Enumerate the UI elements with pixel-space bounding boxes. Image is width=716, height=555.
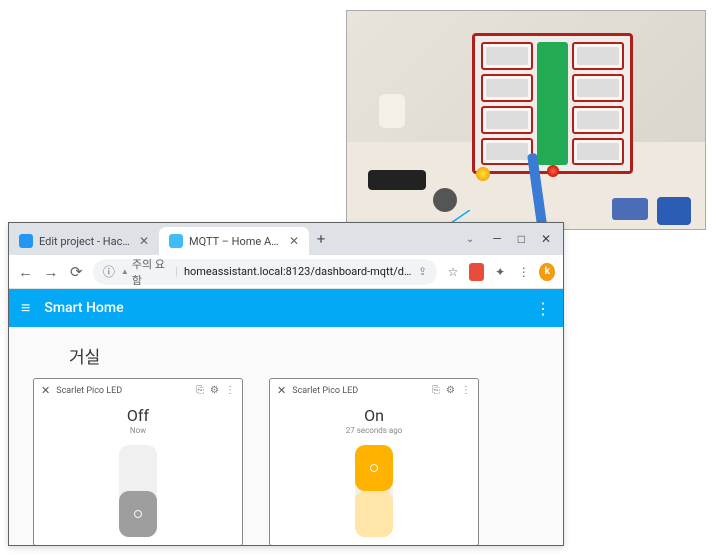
address-bar: ← → ⟳ ⓘ ▲ 주의 요함 | homeassistant.local:81…	[9, 255, 563, 289]
browser-menu-icon[interactable]: ⋮	[516, 263, 532, 281]
menu-icon[interactable]: ≡	[21, 298, 30, 318]
close-icon[interactable]: ✕	[41, 384, 50, 397]
tab-title: MQTT – Home Assistant	[189, 235, 283, 248]
gear-icon[interactable]: ⚙	[446, 385, 455, 396]
kebab-icon[interactable]: ⋮	[461, 385, 471, 396]
url-field[interactable]: ⓘ ▲ 주의 요함 | homeassistant.local:8123/das…	[93, 259, 437, 285]
device-state: Off	[127, 406, 149, 425]
bookmark-star-icon[interactable]: ☆	[445, 263, 461, 281]
copy-icon[interactable]: ⎘	[196, 385, 204, 396]
window-close[interactable]: ✕	[541, 232, 551, 246]
brightness-slider[interactable]	[119, 445, 157, 537]
extension-icon[interactable]	[469, 263, 485, 281]
share-icon[interactable]: ⇪	[418, 265, 427, 278]
copy-icon[interactable]: ⎘	[432, 385, 440, 396]
gear-icon[interactable]: ⚙	[210, 385, 219, 396]
reload-button[interactable]: ⟳	[68, 262, 85, 282]
tab-title: Edit project - Hackster.io	[39, 235, 133, 248]
app-body: 거실 ✕ Scarlet Pico LED ⎘ ⚙ ⋮ Off Now	[9, 327, 563, 545]
tab-home-assistant[interactable]: MQTT – Home Assistant ✕	[159, 227, 309, 255]
device-name: Scarlet Pico LED	[292, 386, 426, 396]
new-tab-button[interactable]: +	[309, 230, 333, 248]
device-subtitle: 27 seconds ago	[346, 426, 403, 435]
close-icon[interactable]: ✕	[289, 234, 299, 248]
section-title: 거실	[69, 343, 549, 368]
device-subtitle: Now	[130, 426, 146, 435]
app-title: Smart Home	[44, 300, 123, 316]
tab-hackster[interactable]: Edit project - Hackster.io ✕	[9, 227, 159, 255]
brightness-slider[interactable]	[355, 445, 393, 537]
back-button[interactable]: ←	[17, 262, 34, 282]
profile-avatar[interactable]: k	[539, 263, 555, 281]
close-icon[interactable]: ✕	[277, 384, 286, 397]
url-text: homeassistant.local:8123/dashboard-mqtt/…	[184, 265, 412, 278]
window-maximize[interactable]: □	[518, 232, 525, 246]
device-card-on[interactable]: ✕ Scarlet Pico LED ⎘ ⚙ ⋮ On 27 seconds a…	[269, 378, 479, 545]
site-info-icon[interactable]: ⓘ	[103, 263, 115, 280]
forward-button[interactable]: →	[42, 262, 59, 282]
tab-strip: Edit project - Hackster.io ✕ MQTT – Home…	[9, 223, 563, 255]
warning-icon: ▲	[121, 267, 129, 276]
app-header: ≡ Smart Home ⋮	[9, 289, 563, 327]
kebab-icon[interactable]: ⋮	[225, 385, 235, 396]
favicon-hackster	[19, 234, 33, 248]
browser-window: Edit project - Hackster.io ✕ MQTT – Home…	[8, 222, 564, 546]
tab-dropdown[interactable]: ⌄	[466, 234, 474, 245]
warning-text: 주의 요함	[132, 256, 169, 288]
hardware-photo	[346, 10, 706, 230]
favicon-home-assistant	[169, 234, 183, 248]
app-menu-icon[interactable]: ⋮	[535, 299, 551, 318]
security-warning: ▲ 주의 요함	[121, 256, 169, 288]
close-icon[interactable]: ✕	[139, 234, 149, 248]
device-name: Scarlet Pico LED	[56, 386, 190, 396]
window-minimize[interactable]: —	[492, 232, 501, 246]
extensions-puzzle-icon[interactable]: ✦	[492, 263, 508, 281]
device-state: On	[364, 406, 384, 425]
device-card-off[interactable]: ✕ Scarlet Pico LED ⎘ ⚙ ⋮ Off Now	[33, 378, 243, 545]
